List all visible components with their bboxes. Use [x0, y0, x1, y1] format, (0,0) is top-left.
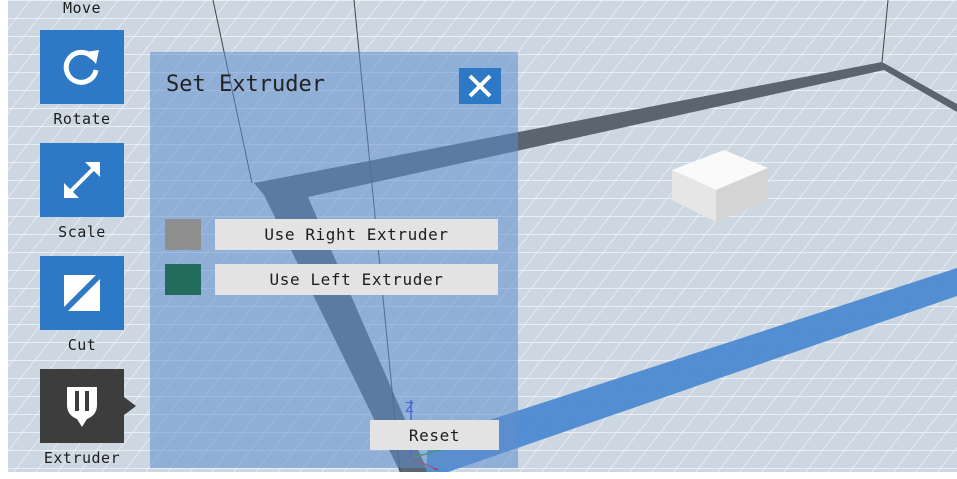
cut-label: Cut	[67, 336, 97, 354]
cut-button[interactable]	[40, 256, 124, 330]
use-right-extruder-button[interactable]: Use Right Extruder	[215, 219, 498, 250]
right-extruder-swatch[interactable]	[165, 219, 201, 250]
panel-title: Set Extruder	[166, 72, 325, 97]
active-tool-pointer	[124, 397, 136, 415]
rotate-label: Rotate	[53, 110, 111, 128]
cut-icon	[60, 271, 104, 315]
move-label: Move	[62, 0, 102, 17]
scale-icon	[64, 162, 100, 198]
extruder-button[interactable]	[40, 369, 124, 443]
left-extruder-swatch[interactable]	[165, 264, 201, 295]
rotate-icon	[63, 49, 99, 85]
scale-label: Scale	[58, 223, 106, 241]
extruder-icon	[67, 387, 97, 427]
scale-button[interactable]	[40, 143, 124, 217]
close-button[interactable]	[459, 68, 501, 104]
use-left-extruder-button[interactable]: Use Left Extruder	[215, 264, 498, 295]
rotate-button[interactable]	[40, 30, 124, 104]
close-icon	[468, 74, 492, 98]
set-extruder-panel: Set Extruder Use Right Extruder Use Left…	[150, 52, 518, 468]
extruder-label: Extruder	[43, 449, 121, 467]
reset-button[interactable]: Reset	[370, 420, 499, 450]
